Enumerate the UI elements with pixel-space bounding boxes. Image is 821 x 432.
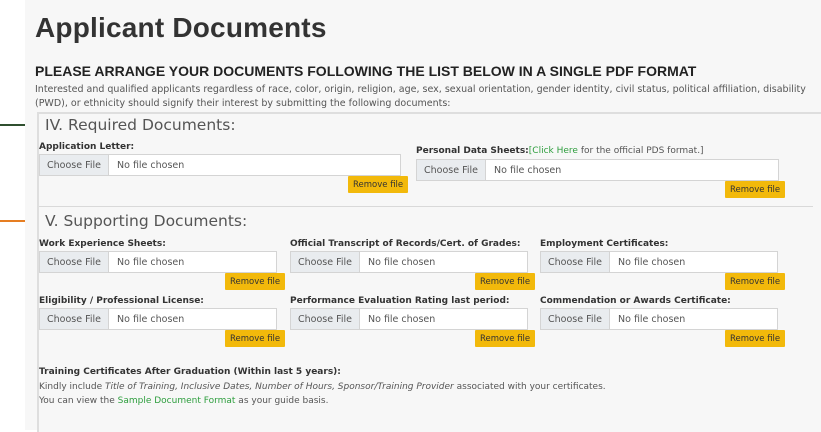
employment-label: Employment Certificates: (540, 239, 669, 249)
eligibility-remove-button[interactable]: Remove file (225, 330, 286, 347)
page-subtitle: PLEASE ARRANGE YOUR DOCUMENTS FOLLOWING … (35, 63, 697, 79)
training-certificates-label: Training Certificates After Graduation (… (39, 367, 341, 377)
work-experience-remove-button[interactable]: Remove file (225, 273, 286, 290)
employment-remove-button[interactable]: Remove file (725, 273, 786, 290)
choose-file-button[interactable]: Choose File (40, 252, 109, 272)
file-name-text: No file chosen (117, 159, 185, 171)
file-name-text: No file chosen (494, 164, 562, 176)
transcript-label: Official Transcript of Records/Cert. of … (290, 239, 521, 249)
commendation-label: Commendation or Awards Certificate: (540, 296, 731, 306)
training-line-2: You can view the Sample Document Format … (39, 394, 799, 408)
performance-remove-button[interactable]: Remove file (475, 330, 536, 347)
file-name-text: No file chosen (117, 256, 185, 268)
eligibility-label: Eligibility / Professional License: (39, 296, 204, 306)
performance-label: Performance Evaluation Rating last perio… (290, 296, 510, 306)
training-instructions: Kindly include Title of Training, Inclus… (39, 380, 799, 408)
application-letter-label: Application Letter: (39, 142, 135, 152)
application-letter-remove-button[interactable]: Remove file (348, 176, 409, 193)
intro-text: Interested and qualified applicants rega… (35, 84, 806, 109)
transcript-file-input[interactable]: Choose File No file chosen (290, 251, 528, 273)
pds-remove-button[interactable]: Remove file (725, 181, 786, 198)
choose-file-button[interactable]: Choose File (291, 309, 360, 329)
sample-document-format-link[interactable]: Sample Document Format (118, 396, 236, 406)
training-line1-suffix: associated with your certificates. (453, 382, 606, 392)
transcript-remove-button[interactable]: Remove file (475, 273, 536, 290)
application-letter-file-input[interactable]: Choose File No file chosen (39, 154, 401, 176)
required-documents-heading: IV. Required Documents: (45, 116, 236, 134)
work-experience-file-input[interactable]: Choose File No file chosen (39, 251, 277, 273)
pds-label-text: Personal Data Sheets: (416, 146, 529, 156)
file-name-text: No file chosen (618, 256, 686, 268)
choose-file-button[interactable]: Choose File (40, 155, 109, 175)
file-name-text: No file chosen (368, 256, 436, 268)
applicant-documents-page: Applicant Documents PLEASE ARRANGE YOUR … (25, 0, 821, 432)
training-line1-prefix: Kindly include (39, 382, 105, 392)
documents-panel: IV. Required Documents: Application Lett… (37, 112, 821, 432)
training-line2-suffix: as your guide basis. (235, 396, 329, 406)
file-name-text: No file chosen (618, 313, 686, 325)
training-line1-italic: Title of Training, Inclusive Dates, Numb… (104, 382, 454, 392)
pds-file-input[interactable]: Choose File No file chosen (416, 159, 779, 181)
choose-file-button[interactable]: Choose File (541, 252, 610, 272)
training-line2-prefix: You can view the (39, 396, 118, 406)
supporting-documents-heading: V. Supporting Documents: (45, 212, 248, 230)
section-divider (39, 206, 813, 207)
choose-file-button[interactable]: Choose File (541, 309, 610, 329)
training-line-1: Kindly include Title of Training, Inclus… (39, 380, 799, 394)
performance-file-input[interactable]: Choose File No file chosen (290, 308, 528, 330)
pds-label-suffix: for the official PDS format.] (577, 146, 704, 156)
employment-file-input[interactable]: Choose File No file chosen (540, 251, 778, 273)
commendation-file-input[interactable]: Choose File No file chosen (540, 308, 778, 330)
choose-file-button[interactable]: Choose File (40, 309, 109, 329)
eligibility-file-input[interactable]: Choose File No file chosen (39, 308, 277, 330)
choose-file-button[interactable]: Choose File (291, 252, 360, 272)
work-experience-label: Work Experience Sheets: (39, 239, 166, 249)
page-title: Applicant Documents (35, 12, 327, 43)
commendation-remove-button[interactable]: Remove file (725, 330, 786, 347)
pds-label: Personal Data Sheets:[Click Here for the… (416, 146, 704, 156)
pds-click-here-link[interactable]: [Click Here (529, 146, 578, 156)
file-name-text: No file chosen (117, 313, 185, 325)
choose-file-button[interactable]: Choose File (417, 160, 486, 180)
file-name-text: No file chosen (368, 313, 436, 325)
